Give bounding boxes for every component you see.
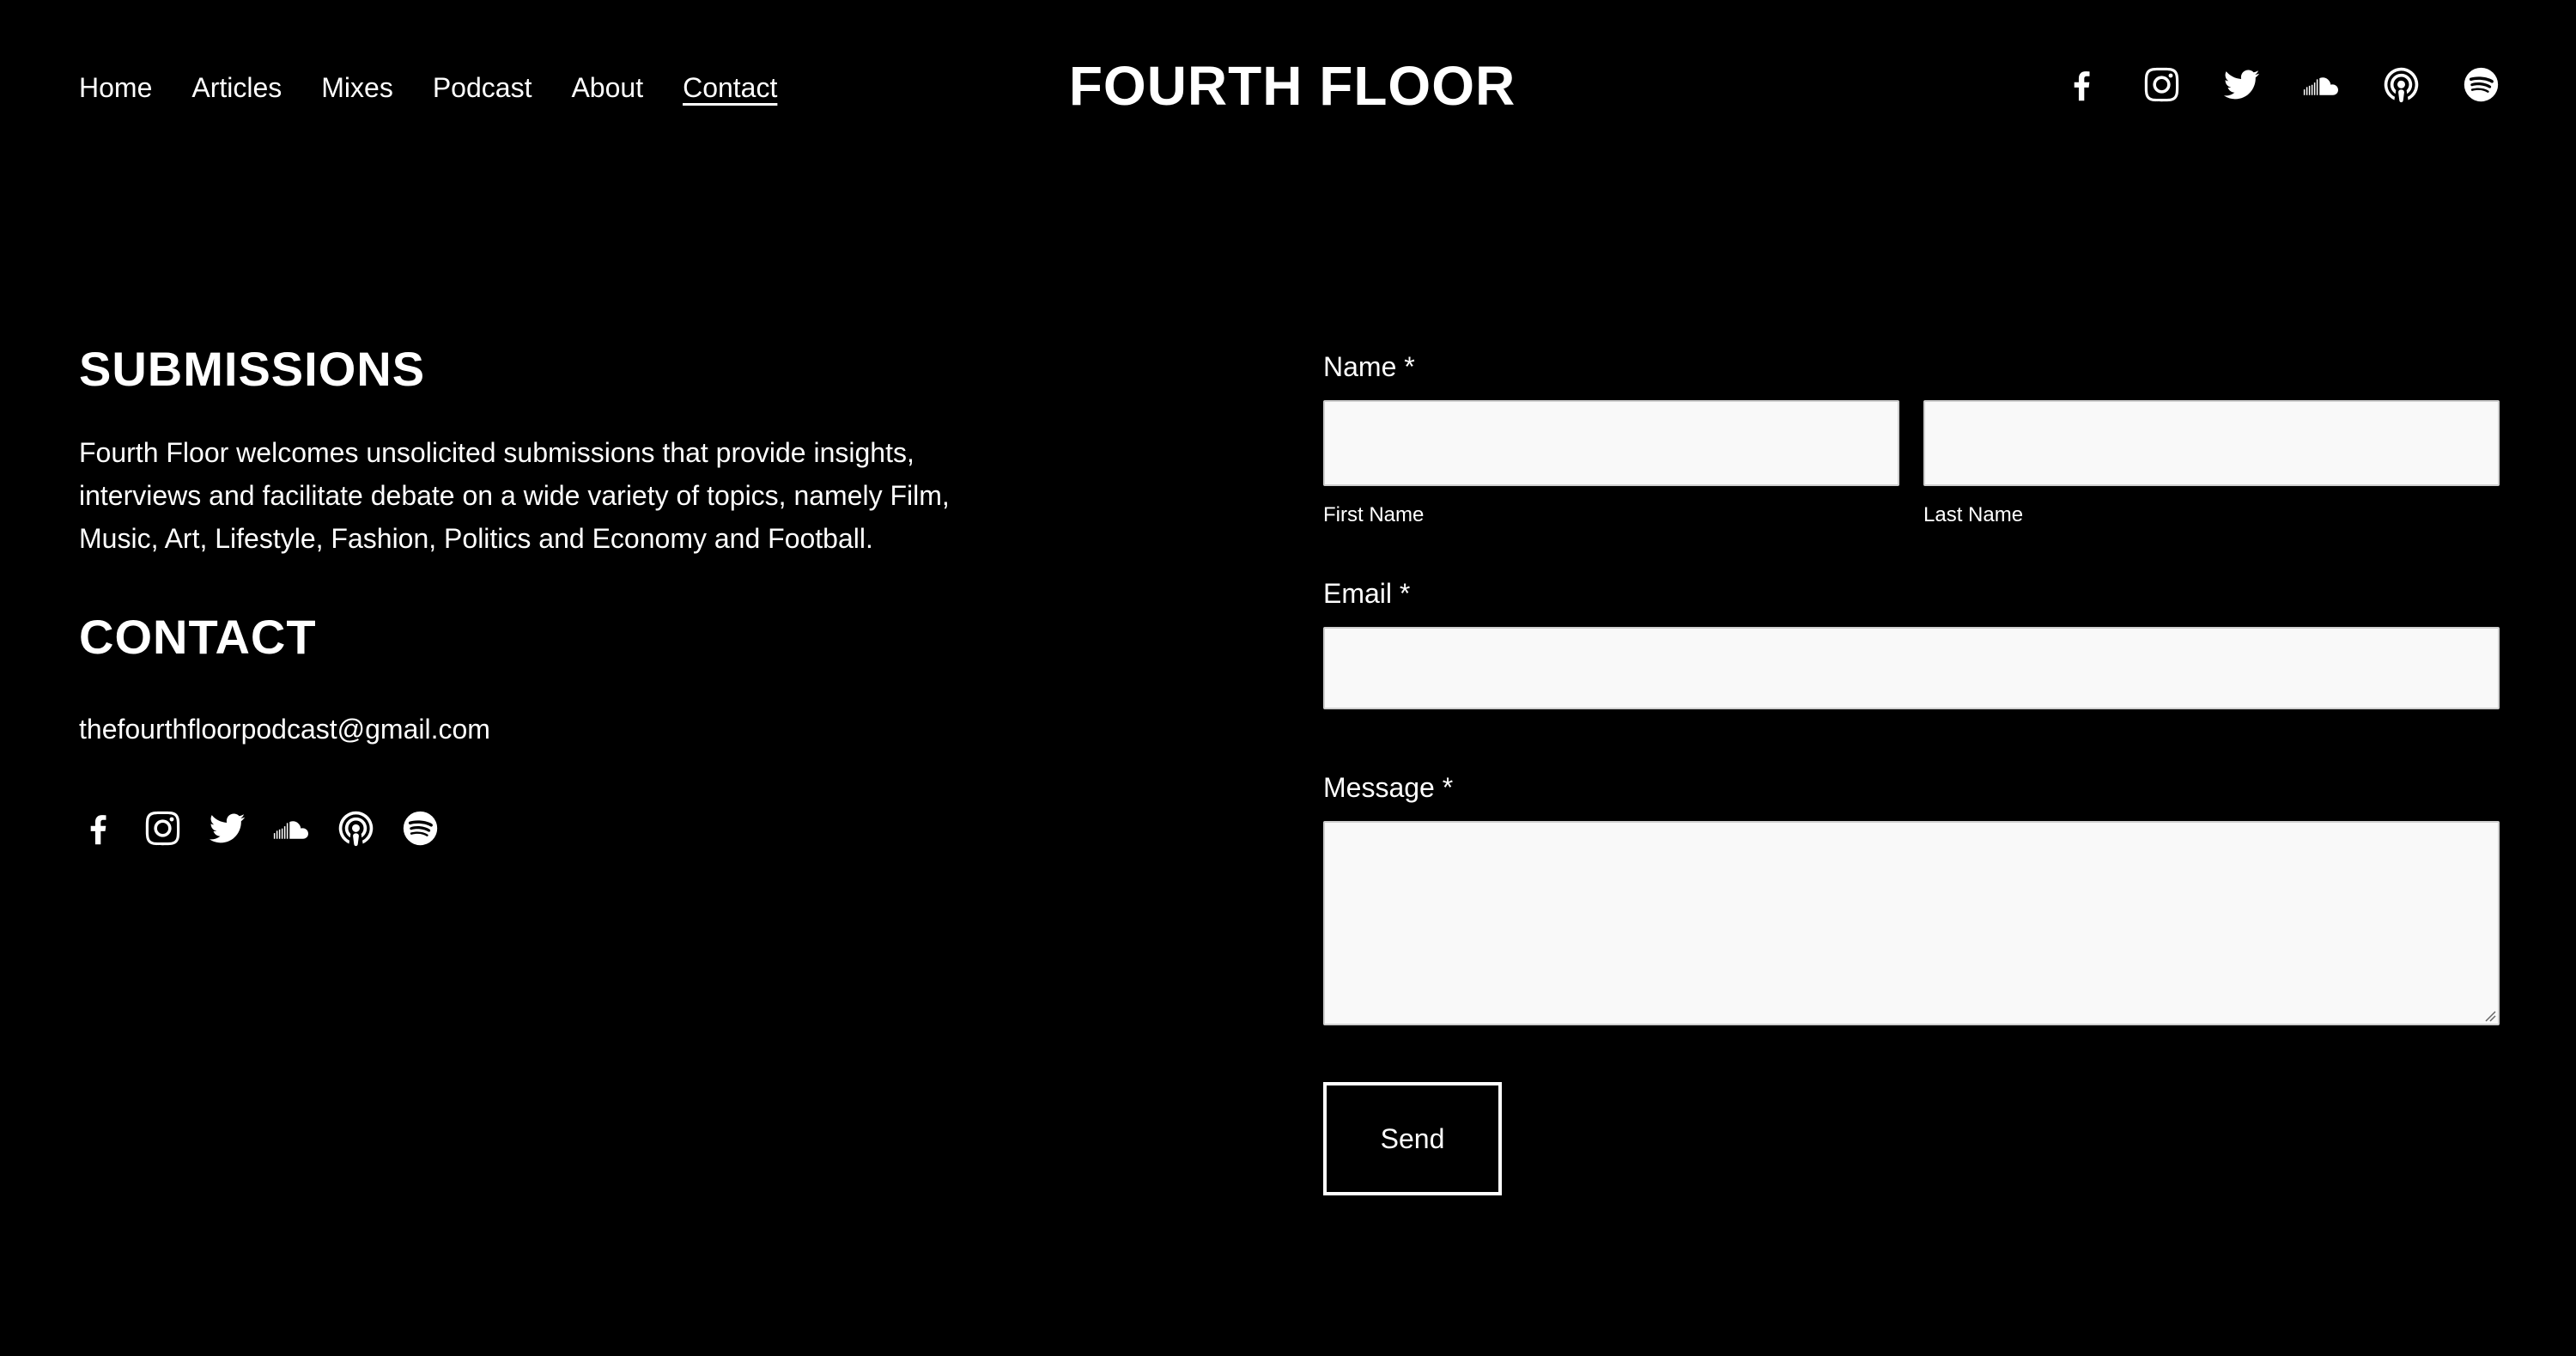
last-name-group: Last Name [1923,400,2500,532]
soundcloud-icon[interactable] [272,809,311,848]
contact-email[interactable]: thefourthfloorpodcast@gmail.com [79,708,1024,751]
twitter-icon[interactable] [208,809,246,848]
contact-heading: CONTACT [79,610,317,664]
email-input[interactable] [1323,627,2500,709]
send-button[interactable]: Send [1323,1082,1502,1195]
nav-podcast-link[interactable]: Podcast [433,67,532,108]
message-textarea[interactable] [1323,821,2500,1025]
site-logo[interactable]: FOURTH FLOOR [1049,52,1535,120]
instagram-icon[interactable] [2142,65,2181,104]
contact-social-links [79,809,1024,848]
name-label: Name * [1323,351,1415,382]
spotify-icon[interactable] [2462,65,2500,104]
first-name-label: First Name [1323,503,1425,526]
twitter-icon[interactable] [2222,65,2261,104]
nav-mixes-link[interactable]: Mixes [321,67,393,108]
submissions-text: Fourth Floor welcomes unsolicited submis… [79,437,950,554]
submissions-heading: SUBMISSIONS [79,342,426,396]
instagram-icon[interactable] [143,809,182,848]
contact-form: Name * First Name Last Name Email * Mess… [1323,345,2500,1195]
email-label: Email * [1323,578,1411,609]
podcast-icon[interactable] [2382,65,2421,104]
info-column: SUBMISSIONS Fourth Floor welcomes unsoli… [79,335,1024,848]
facebook-icon[interactable] [79,809,118,848]
podcast-icon[interactable] [337,809,375,848]
last-name-label: Last Name [1923,503,2024,526]
nav-articles-link[interactable]: Articles [191,67,282,108]
message-wrapper [1323,821,2500,1025]
page: Home Articles Mixes Podcast About Contac… [0,0,2576,1356]
first-name-input[interactable] [1323,400,1899,486]
main-nav: Home Articles Mixes Podcast About Contac… [79,67,777,108]
last-name-input[interactable] [1923,400,2500,486]
nav-about-link[interactable]: About [571,67,643,108]
message-label: Message * [1323,772,1454,803]
resize-handle-icon[interactable] [2482,1008,2496,1022]
name-fields: First Name Last Name [1323,400,2500,532]
nav-home-link[interactable]: Home [79,67,152,108]
header-social-links [2063,65,2500,104]
spotify-icon[interactable] [401,809,440,848]
facebook-icon[interactable] [2063,65,2101,104]
first-name-group: First Name [1323,400,1899,532]
soundcloud-icon[interactable] [2302,65,2341,104]
nav-contact-link[interactable]: Contact [683,67,777,108]
